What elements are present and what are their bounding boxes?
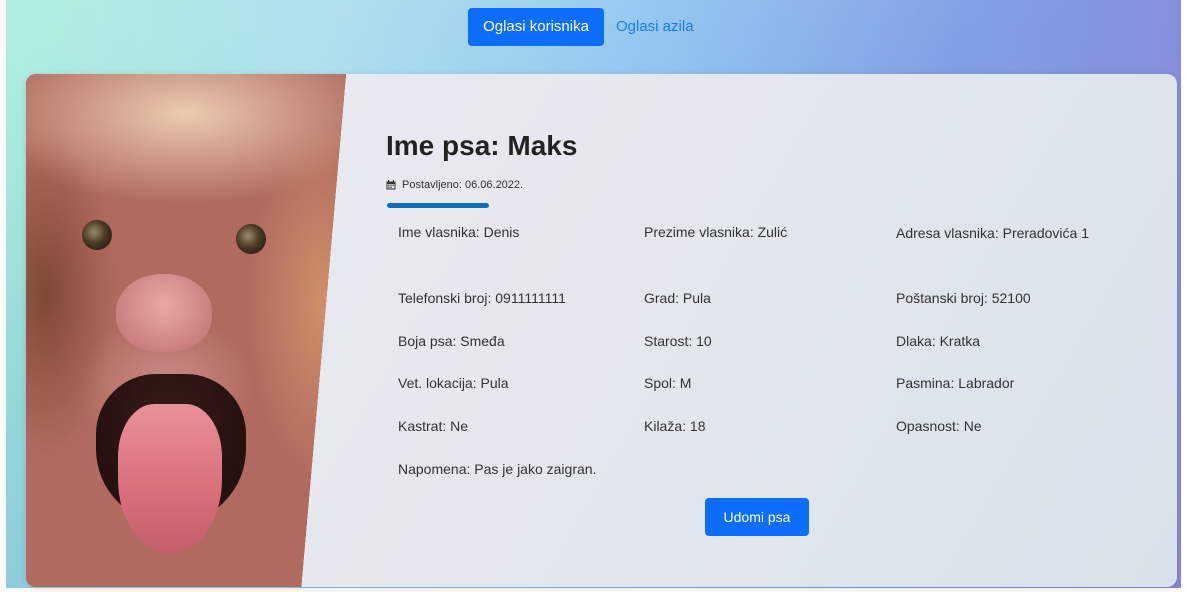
city: Grad: Pula bbox=[644, 290, 711, 306]
calendar-icon bbox=[386, 180, 396, 190]
listing-tabs: Oglasi korisnika Oglasi azila bbox=[468, 8, 706, 46]
dog-name-title: Ime psa: Maks bbox=[386, 130, 578, 161]
dog-photo bbox=[26, 74, 346, 587]
frame-edge-left bbox=[0, 0, 6, 592]
tab-user-listings[interactable]: Oglasi korisnika bbox=[468, 8, 604, 46]
title-underline bbox=[387, 203, 489, 208]
tab-shelter-listings[interactable]: Oglasi azila bbox=[604, 8, 706, 46]
dog-color: Boja psa: Smeđa bbox=[398, 333, 505, 349]
note: Napomena: Pas je jako zaigran. bbox=[398, 461, 597, 477]
dog-eye-right bbox=[236, 224, 266, 254]
dog-listing-card: Ime psa: Maks Postavljeno: 06.06.2022. I… bbox=[26, 74, 1177, 587]
vet-location: Vet. lokacija: Pula bbox=[398, 375, 509, 391]
dog-tongue bbox=[118, 404, 222, 554]
owner-first-name: Ime vlasnika: Denis bbox=[398, 224, 520, 240]
adopt-dog-button[interactable]: Udomi psa bbox=[705, 498, 809, 536]
posted-date: Postavljeno: 06.06.2022. bbox=[386, 179, 523, 191]
danger-level: Opasnost: Ne bbox=[896, 418, 982, 434]
dog-nose bbox=[116, 274, 212, 352]
phone-number: Telefonski broj: 0911111111 bbox=[398, 290, 566, 306]
owner-address: Adresa vlasnika: Preradovića 1 bbox=[896, 225, 1089, 241]
neutered: Kastrat: Ne bbox=[398, 418, 469, 434]
dog-sex: Spol: M bbox=[644, 375, 692, 391]
dog-breed: Pasmina: Labrador bbox=[896, 375, 1015, 391]
posted-date-text: Postavljeno: 06.06.2022. bbox=[402, 179, 524, 191]
dog-coat: Dlaka: Kratka bbox=[896, 333, 981, 349]
dog-age: Starost: 10 bbox=[644, 333, 712, 349]
dog-eye-left bbox=[82, 220, 112, 250]
frame-edge-bottom bbox=[0, 588, 1187, 592]
owner-last-name: Prezime vlasnika: Zulić bbox=[644, 224, 788, 240]
frame-edge-right bbox=[1181, 0, 1187, 592]
postal-code: Poštanski broj: 52100 bbox=[896, 290, 1031, 306]
dog-weight: Kilaža: 18 bbox=[644, 418, 706, 434]
